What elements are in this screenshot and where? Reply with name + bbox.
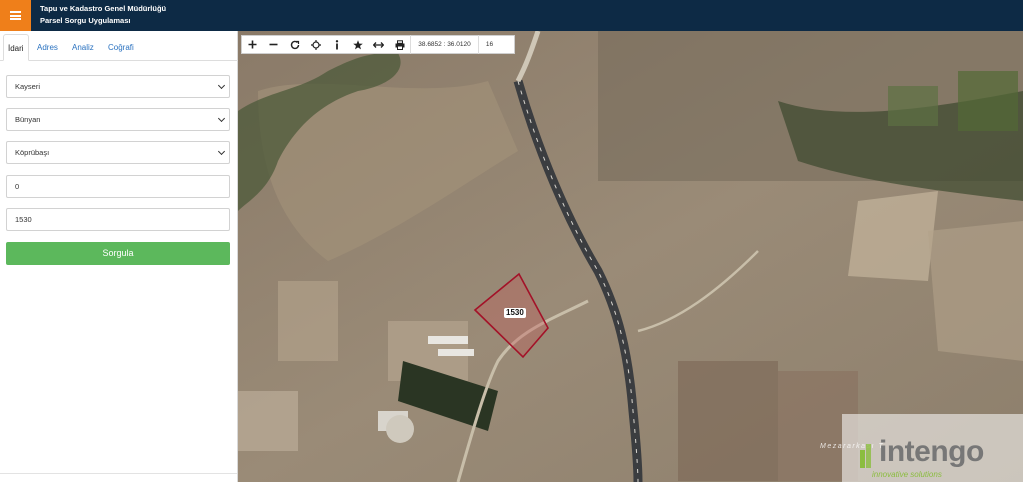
app-title-line1: Tapu ve Kadastro Genel Müdürlüğü (40, 4, 167, 13)
menu-button[interactable] (0, 0, 31, 31)
brand-tagline: innovative solutions (872, 470, 942, 479)
parcel-no-value: 1530 (15, 215, 32, 224)
block-no-input[interactable]: 0 (6, 175, 230, 198)
locate-button[interactable] (305, 35, 326, 54)
district-value: Bünyan (15, 115, 41, 124)
parcel-label[interactable]: 1530 (504, 308, 526, 318)
brand-logo-mark (860, 444, 871, 468)
star-icon (352, 39, 363, 49)
province-value: Kayseri (15, 82, 41, 91)
sidebar-divider (0, 473, 237, 474)
parcel-no-input[interactable]: 1530 (6, 208, 230, 231)
query-button[interactable]: Sorgula (6, 242, 230, 265)
arrows-horizontal-icon (373, 41, 384, 48)
tab-idari[interactable]: İdari (3, 34, 29, 61)
coordinates-display: 38.6852 : 36.0120 (410, 35, 478, 54)
neighborhood-select[interactable]: Köprübaşı (6, 141, 230, 164)
app-title: Tapu ve Kadastro Genel Müdürlüğü Parsel … (40, 3, 166, 27)
zoom-out-button[interactable] (263, 35, 284, 54)
locate-icon (310, 39, 321, 50)
block-no-value: 0 (15, 182, 20, 191)
tab-adres[interactable]: Adres (33, 34, 62, 61)
print-icon (395, 39, 404, 50)
zoom-in-icon (248, 40, 257, 49)
zoom-out-icon (269, 43, 278, 46)
app-title-line2: Parsel Sorgu Uygulaması (40, 16, 131, 25)
info-icon (335, 39, 338, 49)
tab-bar: İdari Adres Analiz Coğrafi (0, 34, 238, 61)
measure-button[interactable] (368, 35, 389, 54)
district-select[interactable]: Bünyan (6, 108, 230, 131)
tab-analiz[interactable]: Analiz (68, 34, 98, 61)
app-header: Tapu ve Kadastro Genel Müdürlüğü Parsel … (0, 0, 1023, 31)
print-button[interactable] (389, 35, 410, 54)
brand-logo-text: intengo (879, 435, 984, 468)
refresh-button[interactable] (284, 35, 305, 54)
province-select[interactable]: Kayseri (6, 75, 230, 98)
zoom-in-button[interactable] (242, 35, 263, 54)
zoom-level-display: 16 (478, 35, 500, 54)
tab-cografi[interactable]: Coğrafi (104, 34, 138, 61)
hamburger-icon (10, 11, 21, 20)
info-button[interactable] (326, 35, 347, 54)
neighborhood-value: Köprübaşı (15, 148, 50, 157)
refresh-icon (290, 40, 299, 49)
sidebar: İdari Adres Analiz Coğrafi Kayseri Bünya… (0, 31, 238, 482)
map-toolbar: 38.6852 : 36.0120 16 (241, 35, 515, 54)
favorite-button[interactable] (347, 35, 368, 54)
